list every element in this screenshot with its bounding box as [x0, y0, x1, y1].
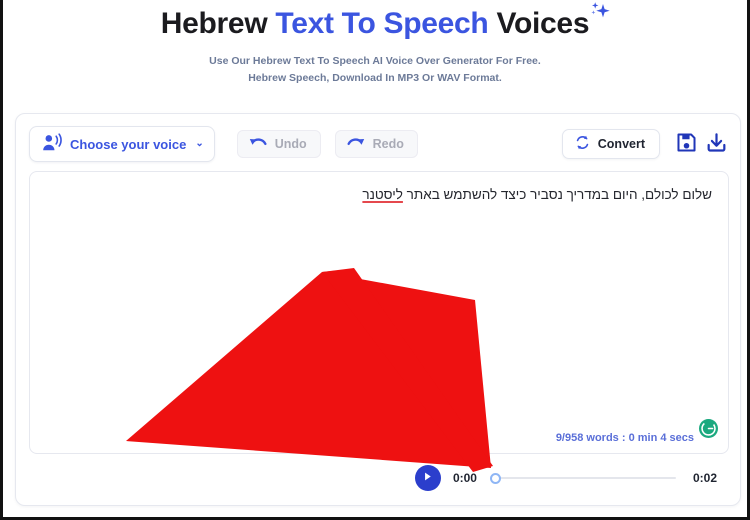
redo-button[interactable]: Redo	[334, 130, 418, 158]
floppy-save-icon	[676, 132, 697, 156]
grammarly-icon[interactable]	[699, 419, 718, 438]
page-subtitle: Use Our Hebrew Text To Speech AI Voice O…	[3, 53, 747, 87]
page-title-accent: Text To Speech	[275, 7, 489, 40]
sync-refresh-icon	[574, 134, 591, 154]
choose-voice-label: Choose your voice	[70, 136, 187, 152]
undo-label: Undo	[274, 137, 307, 151]
seek-slider[interactable]	[489, 469, 676, 487]
redo-label: Redo	[372, 137, 404, 151]
play-button[interactable]	[414, 465, 441, 491]
text-editor[interactable]: שלום לכולם, היום במדריך נסביר כיצד להשתמ…	[29, 171, 729, 454]
page-title: Hebrew Text To Speech Voices	[160, 2, 610, 44]
page-subtitle-line-1: Use Our Hebrew Text To Speech AI Voice O…	[209, 55, 541, 67]
page-header: Hebrew Text To Speech Voices Use Our Heb…	[3, 0, 747, 87]
page-title-part1: Hebrew	[160, 7, 276, 40]
undo-arrow-icon	[248, 135, 268, 153]
chevron-down-icon: ⌄	[195, 138, 204, 149]
choose-voice-button[interactable]: Choose your voice ⌄	[29, 126, 215, 162]
editor-text-misspelled: ליסטנר	[362, 187, 403, 202]
play-icon	[421, 470, 434, 486]
page-subtitle-line-2: Hebrew Speech, Download In MP3 Or WAV Fo…	[248, 72, 502, 84]
save-button[interactable]	[676, 132, 697, 156]
download-icon	[706, 132, 727, 156]
seek-track	[496, 477, 676, 479]
undo-button[interactable]: Undo	[236, 130, 321, 158]
seek-handle[interactable]	[489, 472, 501, 484]
word-count-status: 9/958 words : 0 min 4 secs	[555, 432, 694, 444]
convert-label: Convert	[597, 137, 645, 151]
redo-arrow-icon	[346, 135, 366, 153]
editor-text-normal: שלום לכולם, היום במדריך נסביר כיצד להשתמ…	[402, 187, 712, 202]
tts-editor-card: Choose your voice ⌄ Undo Redo Convert של…	[15, 113, 741, 506]
editor-content[interactable]: שלום לכולם, היום במדריך נסביר כיצד להשתמ…	[30, 172, 728, 205]
person-speaking-icon	[41, 132, 63, 156]
audio-player: 0:00 0:02	[29, 460, 727, 496]
sparkle-icon	[587, 0, 613, 22]
download-button[interactable]	[706, 132, 727, 156]
page-title-part2: Voices	[488, 7, 590, 40]
convert-button[interactable]: Convert	[561, 129, 660, 159]
total-time: 0:02	[692, 471, 717, 485]
current-time: 0:00	[452, 471, 477, 485]
editor-toolbar: Choose your voice ⌄ Undo Redo Convert	[16, 114, 740, 174]
